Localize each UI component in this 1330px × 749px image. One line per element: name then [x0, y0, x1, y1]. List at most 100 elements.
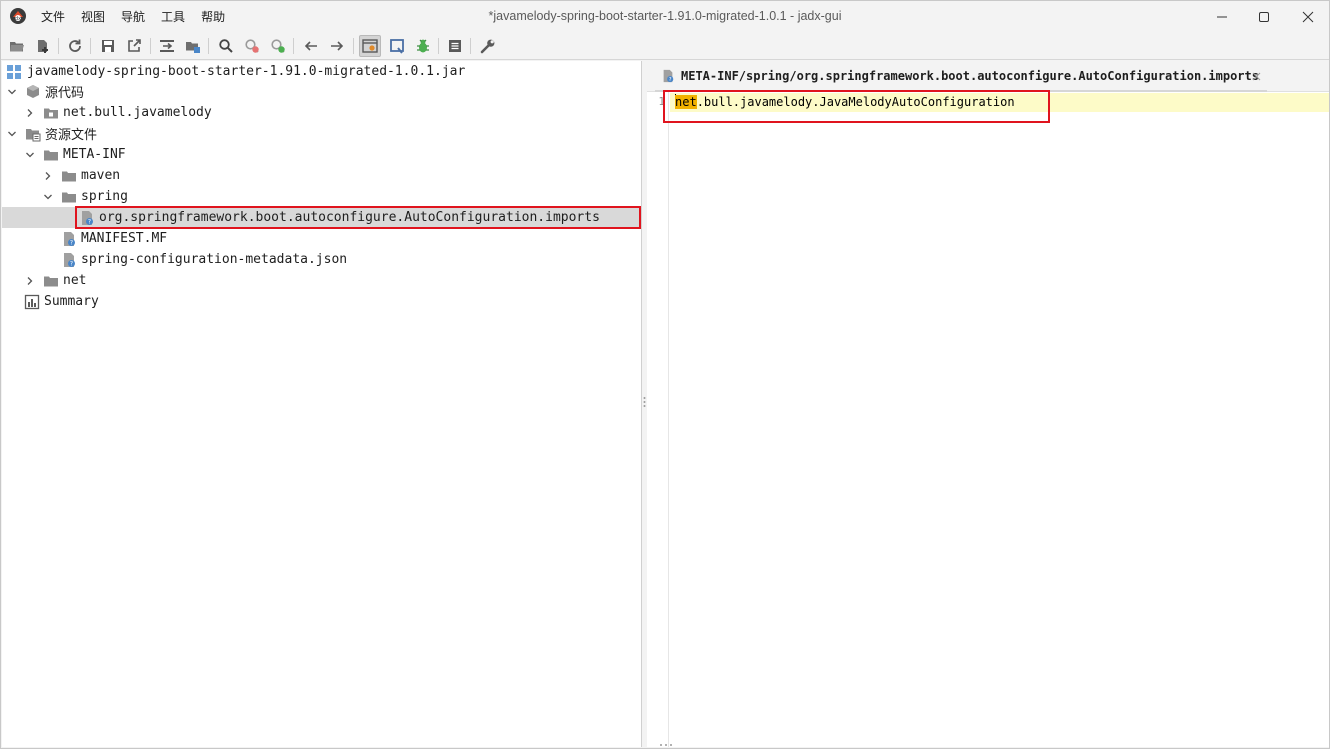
sync-icon: [69, 39, 81, 52]
svg-text:?: ?: [70, 260, 73, 267]
debug-icon: [417, 39, 429, 53]
class-search-button[interactable]: [241, 35, 263, 57]
code-text: .bull.javamelody.JavaMelodyAutoConfigura…: [696, 95, 1015, 109]
reload-button[interactable]: [64, 35, 86, 57]
menu-view[interactable]: 视图: [81, 6, 105, 27]
toolbar-separator: [293, 38, 294, 54]
close-window-button[interactable]: [1285, 1, 1330, 32]
tree-item-maven[interactable]: maven: [2, 165, 641, 186]
tree-item-autoconfiguration-imports[interactable]: ? org.springframework.boot.autoconfigure…: [2, 207, 641, 228]
flatten-packages-icon: [186, 42, 200, 53]
menu-file[interactable]: 文件: [41, 6, 65, 27]
deobfuscation-toggle[interactable]: [359, 35, 381, 57]
resources-folder-icon: [25, 126, 41, 142]
open-button[interactable]: [6, 35, 28, 57]
find-usage-icon: [271, 39, 285, 53]
maximize-icon: [1259, 11, 1269, 22]
back-button[interactable]: [300, 35, 322, 57]
log-icon: [449, 40, 461, 52]
save-all-button[interactable]: [97, 35, 119, 57]
save-icon: [102, 40, 114, 52]
tree-item-summary[interactable]: Summary: [2, 291, 641, 312]
minimize-button[interactable]: [1199, 1, 1245, 32]
jar-file-icon: [6, 64, 22, 80]
tree-item-label: MANIFEST.MF: [81, 231, 168, 246]
editor-panel: ? META-INF/spring/org.springframework.bo…: [647, 61, 1329, 747]
preferences-button[interactable]: [477, 35, 499, 57]
tree-item-label: META-INF: [63, 147, 126, 162]
editor-tab-imports[interactable]: ? META-INF/spring/org.springframework.bo…: [655, 61, 1267, 92]
export-button[interactable]: [123, 35, 145, 57]
tree-item-label: 资源文件: [45, 128, 98, 143]
toolbar: [1, 32, 1329, 60]
unknown-file-icon: ?: [61, 252, 77, 268]
menu-help[interactable]: 帮助: [201, 6, 225, 27]
tree-item-label: spring: [81, 189, 128, 204]
tree-item-configuration-metadata[interactable]: ? spring-configuration-metadata.json: [2, 249, 641, 270]
tree-item-spring[interactable]: spring: [2, 186, 641, 207]
chevron-right-icon[interactable]: [24, 275, 36, 287]
toolbar-separator: [208, 38, 209, 54]
deobfuscation-icon: [362, 39, 378, 53]
log-viewer-button[interactable]: [444, 35, 466, 57]
line-number: 1: [658, 95, 665, 108]
editor-tab-bar: ? META-INF/spring/org.springframework.bo…: [647, 61, 1329, 92]
chevron-right-icon[interactable]: [42, 170, 54, 182]
package-icon: [43, 105, 59, 121]
unknown-file-icon: ?: [663, 69, 674, 82]
quark-icon: [390, 39, 404, 54]
tree-item-resources[interactable]: 资源文件: [2, 123, 641, 144]
source-code-icon: [25, 84, 41, 100]
toolbar-separator: [58, 38, 59, 54]
find-class-icon: [245, 39, 259, 53]
usage-search-button[interactable]: [267, 35, 289, 57]
menu-navigation[interactable]: 导航: [121, 6, 145, 27]
search-icon: [219, 39, 233, 53]
tree-item-label: javamelody-spring-boot-starter-1.91.0-mi…: [27, 64, 466, 79]
chevron-down-icon[interactable]: [24, 149, 36, 161]
unknown-file-icon: ?: [61, 231, 77, 247]
export-icon: [128, 39, 141, 52]
chevron-down-icon[interactable]: [42, 191, 54, 203]
svg-text:dx: dx: [15, 16, 21, 22]
toolbar-separator: [470, 38, 471, 54]
maximize-button[interactable]: [1241, 1, 1287, 32]
menu-bar: 文件 视图 导航 工具 帮助: [41, 1, 241, 32]
app-window: dx 文件 视图 导航 工具 帮助 *javamelody-spring-boo…: [0, 0, 1330, 749]
sync-tree-icon: [160, 40, 174, 52]
debugger-button[interactable]: [412, 35, 434, 57]
chevron-down-icon[interactable]: [6, 128, 18, 140]
tree-item-label: spring-configuration-metadata.json: [81, 252, 348, 267]
unknown-file-icon: ?: [79, 210, 95, 226]
text-search-button[interactable]: [215, 35, 237, 57]
toolbar-separator: [353, 38, 354, 54]
bottom-splitter-grip-icon: [660, 744, 672, 746]
tree-item-package-net-bull-javamelody[interactable]: net.bull.javamelody: [2, 102, 641, 123]
add-files-button[interactable]: [32, 35, 54, 57]
sync-tree-button[interactable]: [156, 35, 178, 57]
back-icon: [304, 41, 317, 51]
tree-item-meta-inf[interactable]: META-INF: [2, 144, 641, 165]
code-line[interactable]: net.bull.javamelody.JavaMelodyAutoConfig…: [675, 94, 1015, 111]
open-folder-icon: [10, 42, 24, 52]
flatten-packages-button[interactable]: [182, 35, 204, 57]
tree-item-manifest[interactable]: ? MANIFEST.MF: [2, 228, 641, 249]
tree-item-jar-root[interactable]: javamelody-spring-boot-starter-1.91.0-mi…: [2, 61, 641, 82]
add-file-icon: [38, 40, 48, 53]
quark-button[interactable]: [386, 35, 408, 57]
close-tab-button[interactable]: [1250, 70, 1262, 82]
folder-icon: [61, 168, 77, 184]
folder-icon: [61, 189, 77, 205]
tree-item-label: net.bull.javamelody: [63, 105, 212, 120]
chevron-down-icon[interactable]: [6, 86, 18, 98]
chevron-right-icon[interactable]: [24, 107, 36, 119]
search-match: net: [675, 95, 697, 109]
splitter-grip-icon: [643, 397, 646, 407]
code-editor[interactable]: 1 net.bull.javamelody.JavaMelodyAutoConf…: [647, 92, 1329, 747]
tree-item-source-code[interactable]: 源代码: [2, 81, 641, 102]
folder-icon: [43, 273, 59, 289]
forward-button[interactable]: [326, 35, 348, 57]
tree-item-net[interactable]: net: [2, 270, 641, 291]
title-bar: dx 文件 视图 导航 工具 帮助 *javamelody-spring-boo…: [1, 1, 1329, 32]
menu-tools[interactable]: 工具: [161, 6, 185, 27]
